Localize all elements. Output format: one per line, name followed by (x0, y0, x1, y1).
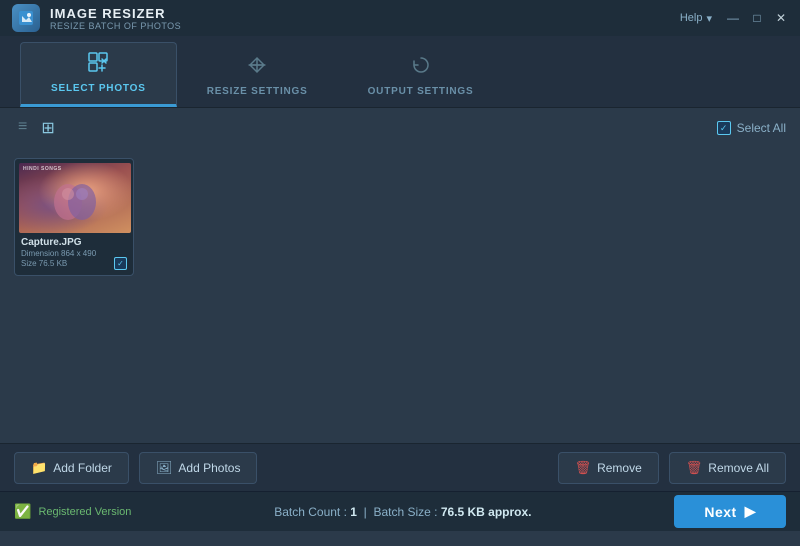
registered-label: Registered Version (38, 506, 131, 518)
select-all-label: Select All (737, 121, 786, 135)
remove-icon: 🗑 (575, 460, 592, 476)
photo-grid: HINDI SONGS Capture.JPG Dimension 864 x (14, 158, 786, 276)
photos-icon: 🖼 (156, 460, 173, 476)
titlebar-right: Help ▾ — □ ✕ (680, 11, 788, 25)
remove-label: Remove (597, 461, 642, 475)
photo-text: Capture.JPG Dimension 864 x 490 Size 76.… (21, 236, 110, 270)
app-title: IMAGE RESIZER (50, 6, 181, 21)
photo-thumb-inner: HINDI SONGS (19, 163, 131, 233)
tab-select-photos-label: SELECT PHOTOS (51, 83, 146, 94)
thumb-text-hindi: HINDI SONGS (23, 166, 127, 173)
remove-all-icon: 🗑 (686, 460, 703, 476)
status-separator: | (364, 505, 367, 519)
add-photos-button[interactable]: 🖼 Add Photos (139, 452, 258, 484)
view-toggles: ≡ ⊞ (14, 116, 59, 140)
add-photos-label: Add Photos (178, 461, 240, 475)
add-folder-label: Add Folder (53, 461, 112, 475)
help-label: Help (680, 12, 703, 24)
resize-settings-icon (246, 54, 268, 82)
status-left: ✅ Registered Version (14, 503, 131, 520)
photo-card[interactable]: HINDI SONGS Capture.JPG Dimension 864 x (14, 158, 134, 276)
chevron-down-icon: ▾ (706, 12, 712, 25)
photo-thumbnail: HINDI SONGS (19, 163, 131, 233)
tab-output-settings-label: OUTPUT SETTINGS (368, 86, 474, 97)
toolbar-row: ≡ ⊞ ✓ Select All (0, 108, 800, 148)
output-settings-icon (410, 54, 432, 82)
batch-count-label: Batch Count : (274, 505, 347, 519)
app-subtitle: RESIZE BATCH OF PHOTOS (50, 21, 181, 31)
select-all-checkbox[interactable]: ✓ (717, 121, 731, 135)
statusbar: ✅ Registered Version Batch Count : 1 | B… (0, 491, 800, 531)
next-arrow-icon: ▶ (745, 503, 756, 520)
help-button[interactable]: Help ▾ (680, 12, 712, 25)
bottom-actions: 📁 Add Folder 🖼 Add Photos 🗑 Remove 🗑 Rem… (0, 443, 800, 491)
batch-count-value: 1 (350, 505, 357, 519)
select-all-area[interactable]: ✓ Select All (717, 121, 786, 135)
content-area: HINDI SONGS Capture.JPG Dimension 864 x (0, 148, 800, 443)
app-title-block: IMAGE RESIZER RESIZE BATCH OF PHOTOS (50, 6, 181, 31)
tab-select-photos[interactable]: SELECT PHOTOS (20, 42, 177, 107)
batch-size-label: Batch Size : (373, 505, 437, 519)
tab-resize-settings-label: RESIZE SETTINGS (207, 86, 308, 97)
list-view-button[interactable]: ≡ (14, 116, 31, 140)
status-center: Batch Count : 1 | Batch Size : 76.5 KB a… (274, 505, 531, 519)
minimize-button[interactable]: — (726, 11, 740, 25)
bottom-left-actions: 📁 Add Folder 🖼 Add Photos (14, 452, 257, 484)
batch-size-value: 76.5 KB approx. (441, 505, 532, 519)
photo-info: Capture.JPG Dimension 864 x 490 Size 76.… (19, 233, 129, 271)
maximize-button[interactable]: □ (750, 11, 764, 25)
bottom-right-actions: 🗑 Remove 🗑 Remove All (558, 452, 786, 484)
registered-icon: ✅ (14, 503, 31, 520)
folder-icon: 📁 (31, 460, 47, 476)
titlebar: IMAGE RESIZER RESIZE BATCH OF PHOTOS Hel… (0, 0, 800, 36)
photo-name: Capture.JPG (21, 236, 110, 249)
add-folder-button[interactable]: 📁 Add Folder (14, 452, 129, 484)
tab-resize-settings[interactable]: RESIZE SETTINGS (177, 46, 338, 107)
tab-output-settings[interactable]: OUTPUT SETTINGS (338, 46, 504, 107)
grid-view-button[interactable]: ⊞ (37, 116, 58, 140)
tabbar: SELECT PHOTOS RESIZE SETTINGS OUTPUT SET… (0, 36, 800, 108)
remove-all-button[interactable]: 🗑 Remove All (669, 452, 786, 484)
photo-checkbox[interactable]: ✓ (114, 257, 127, 270)
remove-button[interactable]: 🗑 Remove (558, 452, 659, 484)
next-label: Next (704, 504, 736, 520)
photo-dimension: Dimension 864 x 490 (21, 249, 110, 259)
select-photos-icon (87, 51, 109, 79)
next-button[interactable]: Next ▶ (674, 495, 786, 528)
photo-size: Size 76.5 KB (21, 259, 110, 269)
app-icon (12, 4, 40, 32)
close-button[interactable]: ✕ (774, 11, 788, 25)
window-controls: — □ ✕ (726, 11, 788, 25)
remove-all-label: Remove All (708, 461, 769, 475)
titlebar-left: IMAGE RESIZER RESIZE BATCH OF PHOTOS (12, 4, 181, 32)
